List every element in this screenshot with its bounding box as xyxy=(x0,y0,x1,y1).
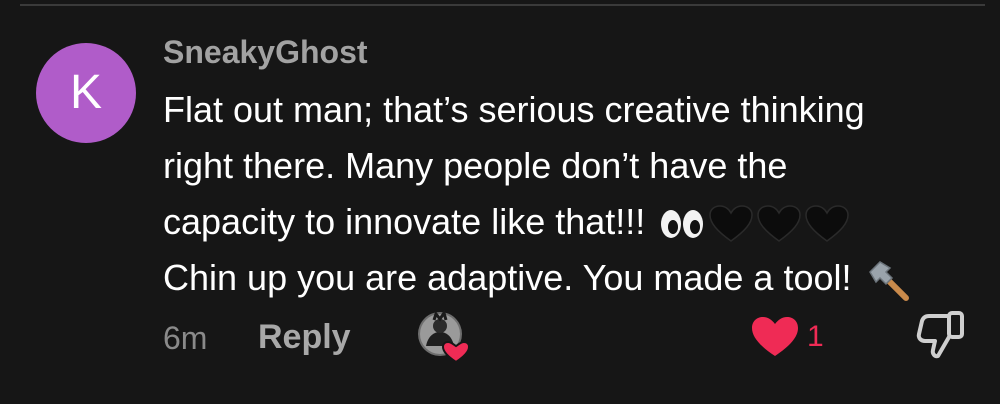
black-heart-icon xyxy=(805,205,850,243)
like-button[interactable]: 1 xyxy=(751,312,824,362)
comment-line-with-emojis: Chin up you are adaptive. You made a too… xyxy=(163,250,963,306)
username[interactable]: SneakyGhost xyxy=(163,32,368,72)
avatar-letter: K xyxy=(69,66,102,119)
timestamp: 6m xyxy=(163,320,208,356)
avatar[interactable]: K xyxy=(36,43,136,143)
comment-text: Flat out man; that’s serious creative th… xyxy=(163,82,963,306)
creator-liked-avatar-icon xyxy=(418,310,470,364)
comment-line: right there. Many people don’t have the xyxy=(163,145,788,186)
black-heart-icon xyxy=(709,205,754,243)
eyes-icon xyxy=(661,210,704,239)
like-count: 1 xyxy=(807,320,824,353)
comment-line: capacity to innovate like that!!! xyxy=(163,201,646,242)
thumbs-down-icon[interactable] xyxy=(915,308,967,360)
comment-screen: K SneakyGhost Flat out man; that’s serio… xyxy=(0,0,1000,404)
divider xyxy=(20,4,985,6)
comment-line: Flat out man; that’s serious creative th… xyxy=(163,89,865,130)
comment-line: Chin up you are adaptive. You made a too… xyxy=(163,257,852,298)
reply-button[interactable]: Reply xyxy=(258,316,351,358)
comment-line-with-emojis: capacity to innovate like that!!! xyxy=(163,194,963,250)
black-heart-icon xyxy=(757,205,802,243)
comment-actions: 6m Reply 1 xyxy=(163,308,973,368)
hammer-icon xyxy=(868,261,909,302)
heart-icon xyxy=(752,317,798,356)
